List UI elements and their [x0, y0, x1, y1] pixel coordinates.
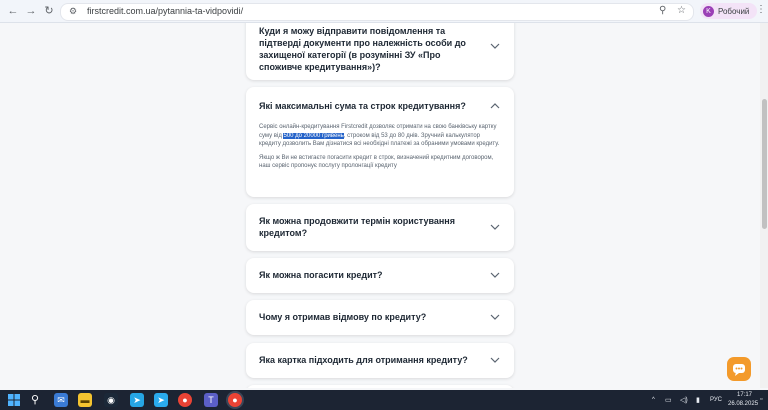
browser-toolbar: ← → ↻ ⚙ firstcredit.com.ua/pytannia-ta-v… — [0, 0, 768, 23]
address-bar[interactable]: ⚙ firstcredit.com.ua/pytannia-ta-vidpovi… — [60, 3, 694, 21]
telegram-icon[interactable]: ➤ — [130, 393, 144, 407]
answer-paragraph: Якщо ж Ви не встигаєте погасити кредит в… — [259, 154, 494, 170]
profile-name: Робочий — [718, 6, 750, 16]
faq-item-expanded[interactable]: Які максимальні сума та строк кредитуван… — [246, 87, 514, 197]
bookmark-star-icon[interactable]: ☆ — [677, 5, 686, 16]
chat-icon — [733, 364, 745, 376]
faq-question[interactable]: Які максимальні сума та строк кредитуван… — [259, 100, 474, 112]
network-icon[interactable]: ▭ — [665, 396, 672, 404]
zoom-icon[interactable]: ⚲ — [659, 5, 666, 16]
site-info-icon[interactable]: ⚙ — [69, 6, 77, 17]
faq-item[interactable]: Чому я отримав відмову по кредиту? — [246, 300, 514, 335]
faq-item[interactable]: Як можна продовжити термін користування … — [246, 204, 514, 251]
chrome-icon[interactable]: ● — [178, 393, 192, 407]
scrollbar[interactable] — [760, 23, 768, 388]
clock-time[interactable]: 17:17 — [737, 392, 752, 398]
chevron-down-icon[interactable] — [490, 270, 500, 280]
chevron-down-icon[interactable] — [490, 41, 500, 51]
url-text[interactable]: firstcredit.com.ua/pytannia-ta-vidpovidi… — [87, 6, 243, 16]
faq-item[interactable]: Як можна погасити кредит? — [246, 258, 514, 293]
chevron-down-icon[interactable] — [490, 355, 500, 365]
clock-date[interactable]: 26.08.2025 — [728, 401, 758, 407]
language-indicator[interactable]: РУС — [710, 397, 722, 403]
scrollbar-thumb[interactable] — [762, 99, 767, 229]
faq-item[interactable]: Куди я можу відправити повідомлення та п… — [246, 23, 514, 80]
taskbar: ⚲ ✉ ▬ ◉ ➤ ➤ ● T ● ^ ▭ ◁) ▮ РУС 17:17 26.… — [0, 390, 768, 410]
chrome-active-icon[interactable]: ● — [228, 393, 242, 407]
teams-icon[interactable]: T — [204, 393, 218, 407]
profile-button[interactable]: K Робочий — [700, 3, 758, 19]
chevron-up-icon[interactable] — [490, 101, 500, 111]
faq-item[interactable] — [246, 385, 514, 388]
notification-icon[interactable]: ▫ — [760, 396, 762, 403]
faq-question[interactable]: Яка картка підходить для отримання креди… — [259, 354, 474, 366]
avatar: K — [703, 5, 714, 17]
volume-icon[interactable]: ◁) — [680, 396, 688, 404]
faq-question[interactable]: Як можна погасити кредит? — [259, 269, 474, 281]
faq-question[interactable]: Як можна продовжити термін користування … — [259, 215, 474, 239]
tray-chevron-icon[interactable]: ^ — [652, 397, 655, 403]
chat-button[interactable] — [727, 357, 751, 381]
chevron-down-icon[interactable] — [490, 312, 500, 322]
battery-icon[interactable]: ▮ — [696, 396, 700, 404]
search-icon[interactable]: ⚲ — [28, 393, 42, 407]
faq-answer: Сервіс онлайн-кредитування Firstcredit д… — [259, 123, 501, 176]
file-explorer-icon[interactable]: ▬ — [78, 393, 92, 407]
selected-text: 500 до 20000 гривень — [283, 132, 344, 139]
faq-item[interactable]: Яка картка підходить для отримання креди… — [246, 343, 514, 378]
page-content: Куди я можу відправити повідомлення та п… — [0, 23, 768, 388]
forward-icon[interactable]: → — [24, 4, 38, 18]
browser-menu-icon[interactable]: ⋮ — [756, 4, 766, 15]
chevron-down-icon[interactable] — [490, 222, 500, 232]
faq-question[interactable]: Куди я можу відправити повідомлення та п… — [259, 25, 474, 73]
mail-icon[interactable]: ✉ — [54, 393, 68, 407]
reload-icon[interactable]: ↻ — [42, 4, 56, 18]
answer-paragraph: Сервіс онлайн-кредитування Firstcredit д… — [259, 123, 501, 149]
faq-question[interactable]: Чому я отримав відмову по кредиту? — [259, 311, 474, 323]
windows-start-icon[interactable] — [8, 394, 20, 406]
steam-icon[interactable]: ◉ — [104, 393, 118, 407]
telegram-desktop-icon[interactable]: ➤ — [154, 393, 168, 407]
back-icon[interactable]: ← — [6, 4, 20, 18]
